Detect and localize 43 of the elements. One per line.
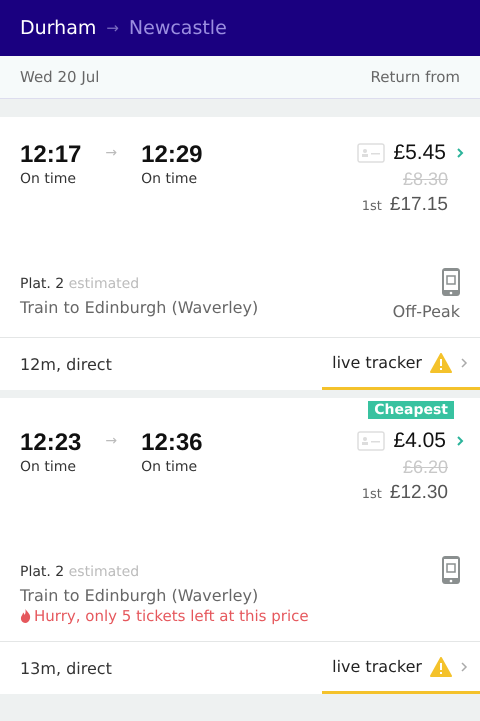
id-card-icon (357, 431, 386, 451)
arrival-time: 12:29 (141, 141, 203, 169)
service-destination: Train to Edinburgh (Waverley) (20, 298, 258, 317)
origin-station: Durham (20, 17, 96, 39)
chevron-right-icon[interactable] (456, 435, 464, 447)
departure-status: On time (20, 459, 77, 475)
chevron-right-icon (460, 356, 468, 368)
departure-status: On time (20, 171, 77, 187)
live-tracker-link[interactable]: live tracker (322, 642, 480, 694)
journey-duration: 13m, direct (20, 658, 112, 678)
warning-icon (430, 656, 452, 676)
warning-icon (430, 352, 452, 372)
mobile-ticket-icon (442, 556, 460, 584)
flame-icon (20, 609, 31, 623)
return-from-link[interactable]: Return from (370, 68, 460, 86)
arrival-status: On time (141, 459, 198, 475)
chevron-right-icon (460, 660, 468, 672)
journey-duration: 12m, direct (20, 354, 112, 374)
platform-label: Plat. 2 estimated (20, 276, 140, 292)
arrow-icon: → (106, 19, 119, 37)
first-class-price: £12.30 (390, 482, 448, 504)
arrow-icon: → (105, 145, 118, 161)
first-class-label: 1st (362, 199, 382, 214)
departure-time: 12:17 (20, 141, 82, 169)
ticket-price: £4.05 (393, 429, 446, 453)
id-card-icon (357, 143, 386, 163)
cheapest-badge: Cheapest (368, 401, 454, 419)
chevron-right-icon[interactable] (456, 147, 464, 159)
mobile-ticket-icon (442, 268, 460, 296)
first-class-label: 1st (362, 487, 382, 502)
ticket-price: £5.45 (393, 141, 446, 165)
arrival-status: On time (141, 171, 198, 187)
service-destination: Train to Edinburgh (Waverley) (20, 586, 260, 605)
fare-type: Off-Peak (392, 302, 460, 321)
first-class-price: £17.15 (390, 194, 448, 216)
departure-time: 12:23 (20, 429, 82, 457)
arrival-time: 12:36 (141, 429, 203, 457)
platform-label: Plat. 2 estimated (20, 564, 140, 580)
destination-station: Newcastle (128, 17, 227, 39)
low-availability-warning: Hurry, only 5 tickets left at this price (20, 607, 309, 625)
live-tracker-link[interactable]: live tracker (322, 338, 480, 390)
travel-date: Wed 20 Jul (20, 68, 100, 86)
arrow-icon: → (105, 433, 118, 449)
